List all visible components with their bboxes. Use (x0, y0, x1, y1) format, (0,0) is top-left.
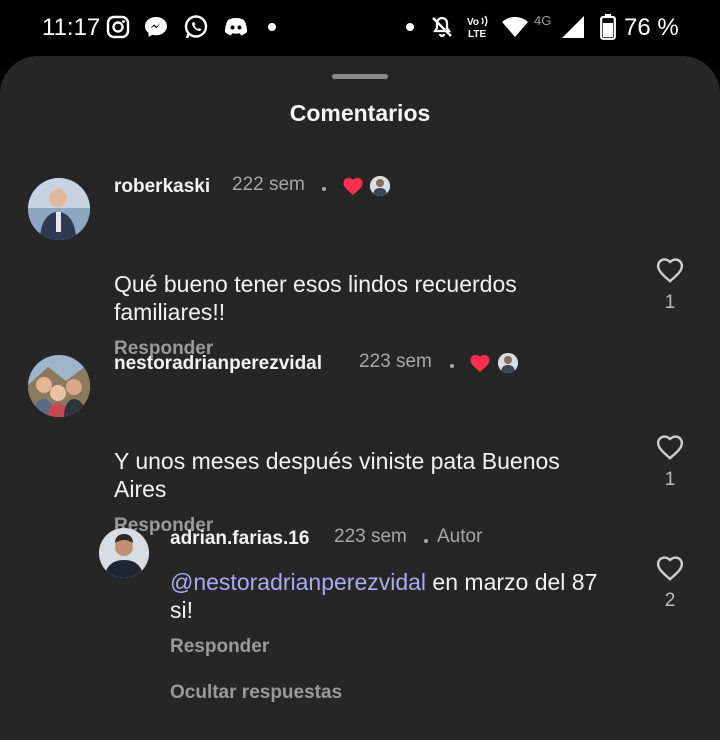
status-time: 11:17 (42, 14, 101, 41)
comment-author[interactable]: nestoradrianperezvidal (114, 353, 322, 375)
comment-item: nestoradrianperezvidal 223 sem Y unos me… (0, 351, 720, 536)
separator-dot (424, 539, 428, 543)
comment-item: roberkaski 222 sem Qué bueno tener esos … (0, 174, 720, 359)
reply-item: adrian.farias.16 223 sem Autor @nestorad… (0, 526, 720, 668)
battery-percent: 76 % (624, 14, 679, 41)
comment-time: 223 sem (359, 351, 432, 372)
comment-author[interactable]: roberkaski (114, 176, 210, 198)
hide-replies-button[interactable]: Ocultar respuestas (170, 682, 342, 704)
like-count: 1 (664, 469, 676, 490)
author-liked-heart-icon (342, 176, 364, 201)
heart-outline-icon (656, 435, 684, 460)
reply-button[interactable]: Responder (170, 636, 269, 658)
comments-sheet: Comentarios roberkaski 222 sem Qué bueno… (0, 56, 720, 740)
like-button[interactable] (650, 256, 690, 289)
mention-link[interactable]: @nestoradrianperezvidal (170, 569, 426, 595)
reply-time: 223 sem (334, 526, 407, 547)
heart-outline-icon (656, 556, 684, 581)
messenger-icon (142, 12, 170, 42)
network-label: 4G (534, 14, 551, 28)
reply-author[interactable]: adrian.farias.16 (170, 528, 309, 550)
avatar[interactable] (99, 528, 149, 578)
author-liked-heart-icon (469, 353, 491, 378)
dot-icon (402, 12, 418, 42)
heart-outline-icon (656, 258, 684, 283)
drag-handle[interactable] (332, 74, 388, 79)
wifi-icon (500, 12, 530, 42)
svg-text:Vo: Vo (467, 17, 479, 28)
avatar[interactable] (28, 355, 90, 417)
instagram-icon (104, 12, 132, 42)
like-button[interactable] (650, 554, 690, 587)
like-count: 1 (664, 292, 676, 313)
mute-icon (428, 12, 456, 42)
separator-dot (450, 364, 454, 368)
separator-dot (322, 187, 326, 191)
sheet-title: Comentarios (289, 100, 431, 126)
avatar[interactable] (28, 178, 90, 240)
discord-icon (222, 12, 250, 42)
reply-text: @nestoradrianperezvidal en marzo del 87 … (170, 568, 620, 624)
comment-text: Y unos meses después viniste pata Buenos… (114, 448, 560, 502)
signal-icon: 4G (532, 12, 586, 42)
comment-text: Qué bueno tener esos lindos recuerdos fa… (114, 271, 517, 325)
author-badge: Autor (437, 526, 483, 547)
author-mini-avatar (370, 176, 390, 196)
notification-dot-icon (264, 12, 280, 42)
battery-icon (598, 12, 618, 42)
whatsapp-icon (182, 12, 210, 42)
status-bar: 11:17 Vo LTE 4G 76 % (0, 0, 720, 56)
comment-time: 222 sem (232, 174, 305, 195)
like-count: 2 (664, 590, 676, 611)
svg-text:LTE: LTE (468, 29, 486, 40)
author-mini-avatar (498, 353, 518, 373)
volte-icon: Vo LTE (464, 12, 494, 42)
like-button[interactable] (650, 433, 690, 466)
